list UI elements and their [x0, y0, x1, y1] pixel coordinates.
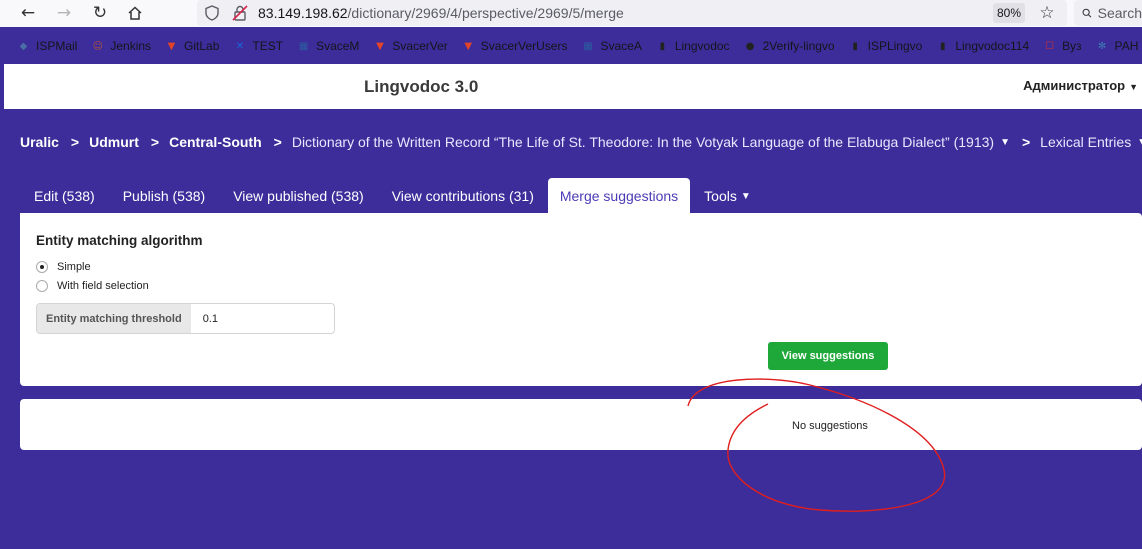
bookmark-label: Lingvodoc114 — [955, 39, 1030, 53]
breadcrumb: Uralic > Udmurt > Central-South > Dictio… — [20, 134, 1142, 150]
ispras-icon: ▦ — [583, 40, 593, 52]
threshold-label: Entity matching threshold — [37, 304, 191, 333]
no-suggestions-text: No suggestions — [792, 420, 868, 432]
user-menu[interactable]: Администратор ▼ — [1023, 78, 1138, 93]
app-title[interactable]: Lingvodoc 3.0 — [364, 77, 478, 97]
gitlab-icon: ▼ — [167, 40, 176, 52]
bookmark-label: РАН — [1114, 39, 1139, 53]
bookmark-test[interactable]: ✕ TEST — [232, 39, 283, 54]
radio-label: With field selection — [57, 280, 149, 292]
chevron-down-icon[interactable]: ▼ — [1137, 137, 1142, 148]
threshold-input[interactable]: 0.1 — [191, 304, 334, 333]
bookmark-gitlab[interactable]: ▼ GitLab — [164, 39, 220, 54]
bookmark-label: 2Verify-lingvo — [762, 39, 835, 53]
bookmark-svacea[interactable]: ▦ SvaceA — [580, 39, 642, 54]
chevron-down-icon[interactable]: ▼ — [1000, 137, 1010, 148]
radio-button[interactable] — [36, 280, 48, 292]
bookmarks-bar: ◆ ISPMail ☺ Jenkins ▼ GitLab ✕ TEST ▦ SvaceM ▼ Svac… — [0, 35, 1142, 57]
bookmark-ispmail[interactable]: ◆ ISPMail — [16, 39, 78, 54]
radio-button[interactable] — [36, 261, 48, 273]
algorithm-heading: Entity matching algorithm — [36, 233, 203, 248]
bookmark-label: ISPLingvo — [867, 39, 923, 53]
gitlab-icon: ▼ — [376, 40, 384, 52]
star-icon[interactable]: ☆ — [1035, 2, 1059, 24]
app-header: Lingvodoc 3.0 Администратор ▼ — [4, 64, 1142, 109]
ispras-icon: ▦ — [298, 40, 309, 52]
tab-edit[interactable]: Edit (538) — [20, 178, 109, 214]
browser-toolbar: ← → ↻ 83.149.198.62/dictionary/2969/4/pe… — [0, 0, 1142, 27]
gear-icon: ✻ — [1097, 40, 1107, 52]
view-suggestions-button[interactable]: View suggestions — [768, 342, 888, 370]
chevron-right-icon: > — [1021, 134, 1031, 150]
search-input[interactable]: Search — [1074, 0, 1142, 26]
back-icon[interactable]: ← — [16, 2, 40, 24]
bookmark-svacem[interactable]: ▦ SvaceM — [296, 39, 360, 54]
bookmark-isplingvo[interactable]: ▮ ISPLingvo — [848, 39, 923, 54]
bookmark-label: GitLab — [184, 39, 220, 53]
bookmark-label: Вуз — [1062, 39, 1082, 53]
bookmark-lingvodoc[interactable]: ▮ Lingvodoc — [655, 39, 730, 54]
lingvodoc-icon: ▮ — [852, 40, 858, 52]
ispmail-icon: ◆ — [19, 40, 28, 52]
tab-publish[interactable]: Publish (538) — [109, 178, 220, 214]
confluence-icon: ✕ — [235, 40, 245, 52]
bookmark-ран[interactable]: ✻ РАН — [1095, 39, 1139, 54]
bookmark-label: SvaceA — [600, 39, 642, 53]
threshold-field: Entity matching threshold 0.1 — [36, 303, 335, 334]
gitlab-icon: ▼ — [464, 40, 473, 52]
tab-view-contributions[interactable]: View contributions (31) — [378, 178, 548, 214]
tab-view-published[interactable]: View published (538) — [219, 178, 378, 214]
chevron-right-icon: > — [273, 134, 282, 150]
bookmark-вуз[interactable]: ☐ Вуз — [1042, 39, 1081, 54]
chevron-down-icon: ▼ — [740, 190, 751, 202]
lingvodoc-icon: ▮ — [659, 40, 666, 52]
lingvodoc-icon: ▮ — [940, 40, 946, 52]
zoom-badge[interactable]: 80% — [993, 3, 1025, 23]
bookmark-label: Lingvodoc — [674, 39, 730, 53]
reload-icon[interactable]: ↻ — [88, 2, 112, 24]
github-icon: ● — [745, 40, 755, 52]
tab-tools[interactable]: Tools ▼ — [690, 178, 765, 214]
bookmark-label: SvaceM — [316, 39, 360, 53]
bookmark-label: ISPMail — [36, 39, 78, 53]
bookmark-label: SvacerVer — [392, 39, 448, 53]
bookmark-icon: ☐ — [1045, 40, 1055, 52]
bookmark-label: TEST — [252, 39, 284, 53]
breadcrumb-language[interactable]: Udmurt — [89, 134, 139, 150]
tab-merge-suggestions[interactable]: Merge suggestions — [547, 178, 691, 214]
chevron-right-icon: > — [150, 134, 160, 150]
radio-field-selection[interactable]: With field selection — [36, 280, 149, 292]
breadcrumb-perspective[interactable]: Lexical Entries — [1040, 134, 1131, 150]
bookmark-jenkins[interactable]: ☺ Jenkins — [90, 39, 151, 54]
home-icon[interactable] — [123, 2, 147, 24]
chevron-right-icon: > — [70, 134, 80, 150]
breadcrumb-dialect[interactable]: Central-South — [169, 134, 262, 150]
suggestions-result-card: No suggestions — [20, 399, 1142, 450]
breadcrumb-language-family[interactable]: Uralic — [20, 134, 59, 150]
search-icon — [1082, 8, 1092, 18]
bookmark-label: Jenkins — [110, 39, 152, 53]
perspective-tabs: Edit (538) Publish (538) View published … — [20, 178, 765, 214]
bookmark-svacerverusers[interactable]: ▼ SvacerVerUsers — [461, 39, 568, 54]
forward-icon[interactable]: → — [52, 2, 76, 24]
jenkins-icon: ☺ — [92, 40, 104, 52]
bookmark-svacerver[interactable]: ▼ SvacerVer — [372, 39, 448, 54]
bookmark-2verify-lingvo[interactable]: ● 2Verify-lingvo — [743, 39, 835, 54]
url-text: 83.149.198.62/dictionary/2969/4/perspect… — [258, 5, 624, 21]
breadcrumb-dictionary[interactable]: Dictionary of the Written Record “The Li… — [292, 134, 994, 150]
insecure-lock-icon[interactable] — [232, 4, 248, 27]
chevron-down-icon: ▼ — [1129, 82, 1138, 92]
merge-settings-card: Entity matching algorithm Simple With fi… — [20, 213, 1142, 386]
radio-label: Simple — [57, 261, 91, 273]
url-bar[interactable]: 83.149.198.62/dictionary/2969/4/perspect… — [197, 0, 1067, 26]
shield-icon[interactable] — [205, 5, 219, 26]
bookmark-lingvodoc114[interactable]: ▮ Lingvodoc114 — [935, 39, 1029, 54]
radio-simple[interactable]: Simple — [36, 261, 91, 273]
bookmark-label: SvacerVerUsers — [480, 39, 568, 53]
